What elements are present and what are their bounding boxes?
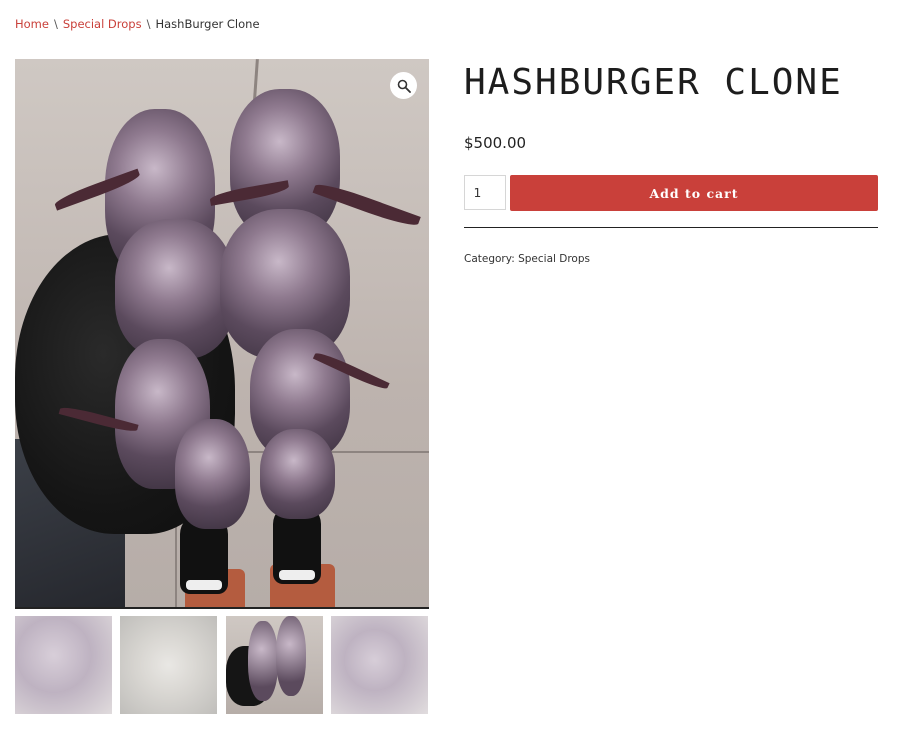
- category-label: Category:: [464, 253, 515, 265]
- product-main-image[interactable]: [15, 59, 429, 609]
- breadcrumb-home-link[interactable]: Home: [15, 17, 49, 31]
- product-category: Category: Special Drops: [464, 253, 590, 265]
- divider: [464, 227, 878, 228]
- add-to-cart-button[interactable]: Add to cart: [510, 175, 878, 211]
- magnifier-icon: [397, 79, 411, 93]
- breadcrumb-separator: \: [146, 17, 151, 31]
- breadcrumb-current: HashBurger Clone: [155, 17, 260, 31]
- product-title: HASHBURGER CLONE: [464, 62, 843, 103]
- breadcrumb-category-link[interactable]: Special Drops: [63, 17, 142, 31]
- thumbnail-1[interactable]: [15, 616, 112, 714]
- thumbnail-4[interactable]: [331, 616, 428, 714]
- breadcrumb-separator: \: [53, 17, 58, 31]
- thumbnail-3[interactable]: [226, 616, 323, 714]
- breadcrumb: Home \ Special Drops \ HashBurger Clone: [15, 17, 260, 31]
- quantity-input[interactable]: [464, 175, 506, 210]
- zoom-button[interactable]: [390, 72, 417, 99]
- thumbnail-2[interactable]: [120, 616, 217, 714]
- category-link[interactable]: Special Drops: [518, 253, 590, 265]
- product-price: $500.00: [464, 134, 527, 152]
